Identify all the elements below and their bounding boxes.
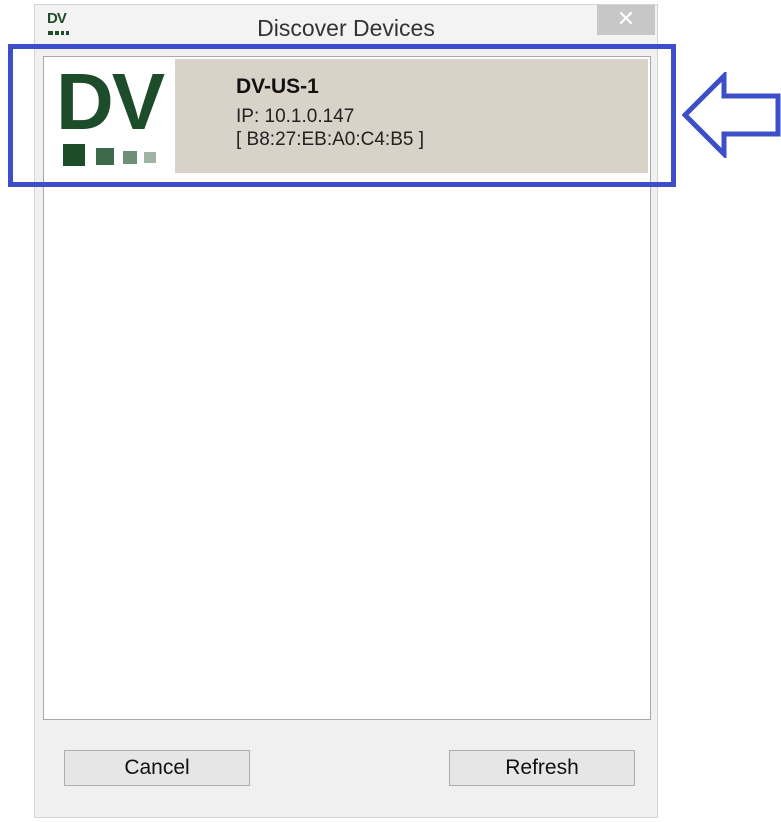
selection-highlight-annotation (8, 44, 676, 187)
refresh-button[interactable]: Refresh (449, 750, 635, 786)
title-bar: DV Discover Devices ✕ (35, 5, 657, 49)
window-title: Discover Devices (257, 15, 435, 41)
close-button[interactable]: ✕ (597, 5, 655, 35)
arrow-left-icon (682, 72, 781, 158)
close-icon: ✕ (616, 6, 636, 31)
cancel-button[interactable]: Cancel (64, 750, 250, 786)
